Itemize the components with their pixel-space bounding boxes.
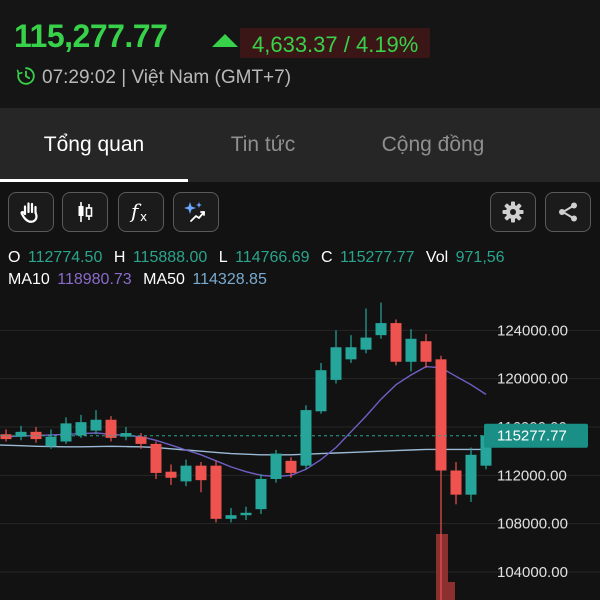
candle-body — [435, 359, 447, 471]
active-tab-indicator — [0, 179, 188, 182]
candle-body — [60, 423, 72, 442]
ma-readout: MA10 118980.73 MA50 114328.85 — [8, 271, 274, 289]
magic-icon — [184, 202, 205, 222]
volume-label: Vol — [425, 249, 449, 266]
session-time: 07:29:02 | Việt Nam (GMT+7) — [42, 67, 292, 88]
candle-body — [90, 419, 102, 431]
candle-body — [405, 338, 417, 362]
settings-button[interactable] — [490, 192, 536, 232]
price-chart[interactable]: 128000.00124000.00120000.00116000.001120… — [0, 290, 600, 600]
candle-body — [375, 323, 387, 336]
ma50-value: 114328.85 — [192, 271, 267, 288]
candle-body — [465, 454, 477, 495]
chart-type-button[interactable] — [62, 192, 108, 232]
ohlc-readout: O 112774.50 H 115888.00 L 114766.69 C 11… — [8, 249, 512, 267]
svg-text:x: x — [140, 210, 147, 224]
candle-body — [450, 470, 462, 495]
candle-body — [105, 419, 117, 438]
candle-body — [420, 341, 432, 362]
share-button[interactable] — [545, 192, 591, 232]
candle-body — [390, 323, 402, 362]
close-label: C — [321, 249, 333, 266]
tab-overview[interactable]: Tổng quan — [0, 108, 188, 182]
candle-body — [195, 465, 207, 481]
ma50-label: MA50 — [143, 271, 185, 288]
indicators-button[interactable]: f x — [118, 192, 164, 232]
candle-body — [360, 337, 372, 350]
ma50-line — [0, 444, 486, 456]
candle-body — [300, 410, 312, 466]
function-icon: f x — [129, 199, 147, 224]
candle-body — [180, 465, 192, 482]
tab-news[interactable]: Tin tức — [188, 108, 338, 182]
candle-body — [270, 453, 282, 479]
candlestick-icon — [78, 202, 93, 222]
candle-body — [285, 460, 297, 473]
current-price-label: 115277.77 — [497, 428, 567, 445]
candle-body — [135, 436, 147, 444]
y-axis-tick-label: 120000.00 — [497, 371, 568, 388]
clock-icon — [16, 67, 35, 85]
drawing-mode-button[interactable] — [8, 192, 54, 232]
gear-icon — [502, 201, 524, 223]
price-change: 4,633.37 / 4.19% — [240, 28, 431, 58]
y-axis-tick-label: 112000.00 — [497, 467, 567, 484]
chart-toolbar: f x — [0, 184, 600, 240]
hand-icon — [20, 202, 38, 223]
quote-header: 115,277.77 4,633.37 / 4.19% 07:29:02 | V… — [0, 0, 600, 108]
last-price: 115,277.77 — [14, 18, 168, 54]
candle-body — [330, 347, 342, 380]
candle-body — [75, 422, 87, 436]
candle-body — [255, 478, 267, 510]
volume-bar — [445, 582, 455, 600]
close-value: 115277.77 — [340, 249, 415, 266]
candle-body — [345, 347, 357, 360]
volume-value: 971,56 — [455, 249, 505, 266]
tab-bar: Tổng quan Tin tức Cộng đồng — [0, 108, 600, 182]
y-axis-tick-label: 124000.00 — [497, 322, 568, 339]
ma10-label: MA10 — [8, 271, 50, 288]
share-icon — [559, 202, 577, 222]
magic-tools-button[interactable] — [173, 192, 219, 232]
ma10-value: 118980.73 — [57, 271, 132, 288]
candle-body — [45, 436, 57, 447]
candle-body — [165, 471, 177, 478]
candle-body — [0, 434, 12, 440]
tab-community[interactable]: Cộng đồng — [338, 108, 528, 182]
y-axis-tick-label: 108000.00 — [497, 516, 568, 533]
candle-body — [150, 443, 162, 473]
high-label: H — [113, 249, 126, 266]
arrow-up-icon — [212, 34, 238, 47]
low-label: L — [218, 249, 228, 266]
open-label: O — [8, 249, 21, 266]
candle-body — [225, 515, 237, 519]
ma10-line — [5, 365, 487, 478]
candle-body — [315, 370, 327, 412]
open-value: 112774.50 — [27, 249, 103, 266]
candle-body — [210, 465, 222, 519]
low-value: 114766.69 — [235, 249, 310, 266]
y-axis-tick-label: 128000.00 — [497, 290, 568, 291]
y-axis-tick-label: 104000.00 — [497, 564, 568, 581]
candle-body — [240, 512, 252, 516]
high-value: 115888.00 — [132, 249, 208, 266]
